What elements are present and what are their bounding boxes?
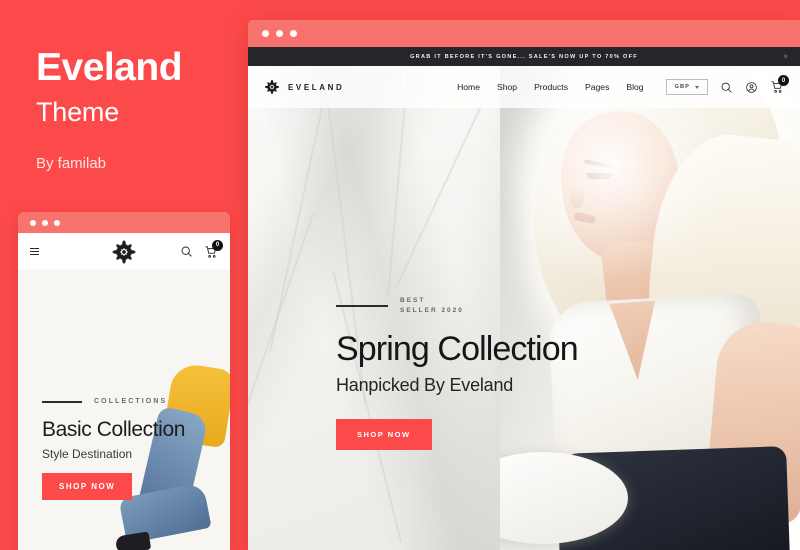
hero-subheading: Hanpicked By Eveland (336, 375, 514, 396)
search-icon[interactable] (180, 245, 193, 258)
model-eye (586, 173, 612, 179)
page-title: Eveland (36, 46, 183, 89)
currency-value: GBP (674, 84, 690, 90)
window-dot-close[interactable] (30, 219, 36, 226)
mandala-logo-icon[interactable] (111, 239, 137, 265)
model-shoe (114, 531, 152, 550)
mobile-hero-subheading: Style Destination (42, 447, 133, 461)
hamburger-menu-icon[interactable] (30, 248, 39, 255)
author-credit: By familab (36, 154, 107, 172)
hero-eyebrow-line-2: SELLER 2020 (400, 307, 464, 315)
hero-heading: Spring Collection (336, 330, 579, 369)
desktop-window-chrome-bar (248, 20, 800, 47)
shop-now-button[interactable]: SHOP NOW (336, 419, 432, 451)
announcement-text: GRAB IT BEFORE IT'S GONE... SALE'S NOW U… (410, 53, 638, 60)
window-dot-minimize[interactable] (42, 219, 48, 226)
mobile-hero-heading: Basic Collection (42, 418, 185, 441)
brand-logo[interactable]: EVELAND (264, 79, 344, 95)
header-tools: GBP 0 (665, 75, 789, 95)
nav-item-blog[interactable]: Blog (626, 82, 643, 92)
announcement-bar: GRAB IT BEFORE IT'S GONE... SALE'S NOW U… (248, 47, 800, 66)
mobile-header-tools: 0 (180, 239, 223, 259)
main-navigation: Home Shop Products Pages Blog (457, 82, 644, 92)
desktop-browser-mockup: GRAB IT BEFORE IT'S GONE... SALE'S NOW U… (248, 20, 800, 550)
account-icon[interactable] (745, 81, 758, 94)
mobile-hero-eyebrow: COLLECTIONS (42, 398, 185, 405)
nav-item-shop[interactable]: Shop (497, 82, 517, 92)
mobile-hero-section: COLLECTIONS Basic Collection Style Desti… (18, 271, 230, 550)
search-icon[interactable] (720, 81, 733, 94)
cart-count-badge: 0 (778, 75, 789, 86)
site-header: EVELAND Home Shop Products Pages Blog GB… (248, 66, 800, 108)
brand-name: EVELAND (288, 82, 345, 92)
mobile-eyebrow-text: COLLECTIONS (94, 398, 168, 405)
hero-eyebrow: BEST SELLER 2020 (336, 296, 578, 316)
chevron-down-icon (695, 85, 699, 89)
mobile-site-header: 0 (18, 233, 230, 271)
shop-now-button[interactable]: SHOP NOW (42, 473, 133, 500)
window-dot-close[interactable] (262, 30, 269, 37)
hero-eyebrow-line-1: BEST (400, 297, 426, 304)
nav-item-pages[interactable]: Pages (585, 82, 609, 92)
nav-item-products[interactable]: Products (534, 82, 568, 92)
mobile-browser-mockup: 0 COLLECTIONS Basic Collection Style Des… (18, 212, 230, 550)
model-nose (570, 186, 584, 208)
mobile-window-chrome-bar (18, 212, 230, 233)
eyebrow-rule (42, 400, 82, 403)
cart-button[interactable]: 0 (770, 75, 789, 94)
hero-section: BEST SELLER 2020 Spring Collection Hanpi… (248, 66, 800, 550)
nav-item-home[interactable]: Home (457, 82, 480, 92)
eyebrow-rule (336, 305, 388, 307)
cart-button[interactable]: 0 (204, 239, 223, 259)
close-icon[interactable]: × (783, 52, 788, 61)
currency-selector[interactable]: GBP (665, 79, 708, 95)
mobile-hero-copy: COLLECTIONS Basic Collection Style Desti… (42, 398, 185, 500)
window-dot-maximize[interactable] (290, 30, 297, 37)
mandala-logo-icon (264, 79, 280, 95)
hero-copy: BEST SELLER 2020 Spring Collection Hanpi… (336, 296, 579, 451)
window-dot-maximize[interactable] (54, 219, 60, 226)
window-dot-minimize[interactable] (276, 30, 283, 37)
cart-count-badge: 0 (212, 239, 223, 251)
page-subtitle: Theme (36, 96, 120, 127)
